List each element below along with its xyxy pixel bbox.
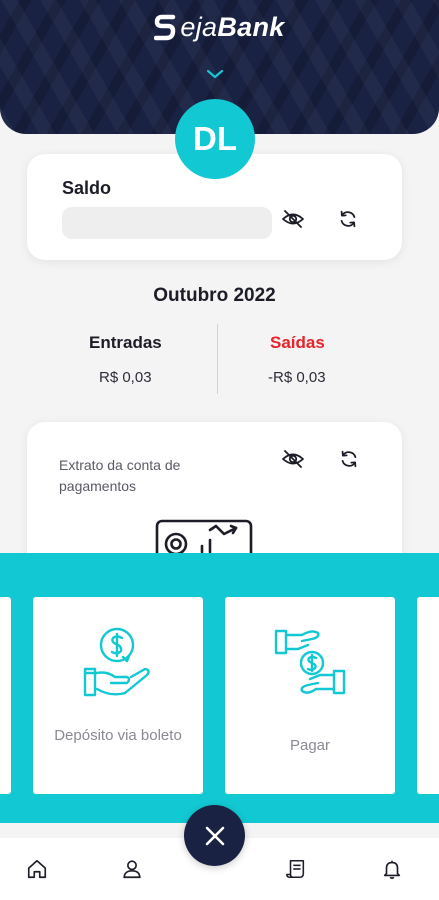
nav-notifications[interactable] <box>378 855 406 883</box>
statement-illustration-icon <box>155 519 253 558</box>
brand-logo: eja Bank <box>0 12 439 43</box>
close-icon <box>205 826 224 845</box>
nav-statement[interactable] <box>282 855 310 883</box>
receipt-icon <box>286 859 305 879</box>
avatar[interactable]: DL <box>175 99 255 179</box>
eye-off-icon[interactable] <box>279 205 307 233</box>
user-icon <box>123 860 141 879</box>
refresh-icon[interactable] <box>335 445 363 473</box>
chevron-down-icon[interactable] <box>206 68 224 80</box>
expenses-value: -R$ 0,03 <box>268 369 326 386</box>
pay-label: Pagar <box>289 737 331 754</box>
logo-s-icon <box>154 14 176 40</box>
action-card-partial-right[interactable] <box>417 597 439 794</box>
logo-text-light: eja <box>180 12 218 42</box>
eye-off-icon[interactable] <box>279 445 307 473</box>
actions-panel: Depósito via boleto Pagar <box>0 553 439 823</box>
deposit-coin-hand-icon <box>83 627 150 697</box>
logo-text-bold: Bank <box>217 12 285 42</box>
statement-label: Extrato da conta de pagamentos <box>59 457 181 494</box>
close-fab-button[interactable] <box>184 805 245 866</box>
month-title: Outubro 2022 <box>153 285 276 306</box>
nav-profile[interactable] <box>118 855 146 883</box>
income-label: Entradas <box>89 333 162 352</box>
summary-divider <box>217 324 218 394</box>
refresh-icon[interactable] <box>334 205 362 233</box>
nav-home[interactable] <box>23 855 51 883</box>
deposit-boleto-button[interactable]: Depósito via boleto <box>33 597 203 794</box>
pay-button[interactable]: Pagar <box>225 597 395 794</box>
balance-value-hidden <box>62 207 272 239</box>
income-value: R$ 0,03 <box>99 369 152 386</box>
deposit-boleto-label: Depósito via boleto <box>54 727 182 744</box>
expenses-label: Saídas <box>270 333 325 352</box>
bell-icon <box>383 860 401 879</box>
action-card-partial-left[interactable] <box>0 597 11 794</box>
payment-exchange-icon <box>274 629 346 695</box>
home-icon <box>27 859 47 879</box>
logo-text: eja Bank <box>180 12 284 43</box>
balance-title: Saldo <box>62 178 112 198</box>
